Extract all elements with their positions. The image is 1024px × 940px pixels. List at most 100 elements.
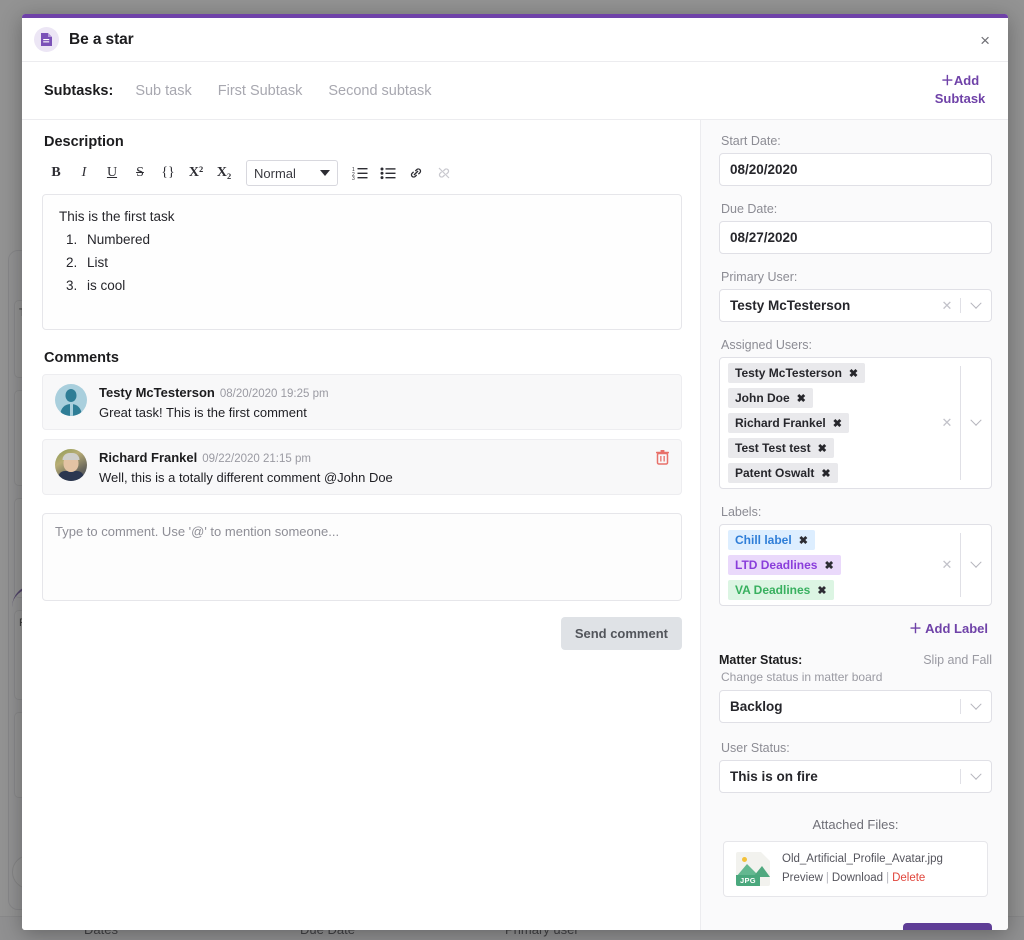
label-tag: LTD Deadlines ✖ bbox=[728, 555, 841, 575]
file-fold bbox=[761, 852, 770, 861]
user-status-label: User Status: bbox=[721, 741, 790, 755]
chevron-down-icon[interactable] bbox=[961, 414, 991, 427]
assigned-users-label: Assigned Users: bbox=[721, 338, 813, 352]
user-tag-label: Testy McTesterson bbox=[735, 366, 842, 380]
comment-content: Richard Frankel 09/22/2020 21:15 pm Well,… bbox=[99, 449, 669, 485]
add-files-button[interactable]: Add Files bbox=[903, 923, 992, 930]
primary-user-label: Primary User: bbox=[721, 270, 798, 284]
subscript-button[interactable]: X₂ bbox=[212, 161, 236, 185]
comment-text: Well, this is a totally different commen… bbox=[99, 470, 393, 485]
due-date-label: Due Date: bbox=[721, 202, 778, 216]
avatar bbox=[55, 449, 87, 481]
matter-status-value: Backlog bbox=[730, 699, 783, 714]
add-subtask-label-line1: Add bbox=[953, 72, 980, 88]
comment-item: Richard Frankel 09/22/2020 21:15 pm Well,… bbox=[42, 439, 682, 495]
avatar-torso bbox=[58, 471, 84, 481]
matter-status-row: Matter Status: Slip and Fall bbox=[719, 653, 992, 667]
label-tag-text: LTD Deadlines bbox=[735, 558, 818, 572]
page-title: Be a star bbox=[69, 30, 134, 48]
chevron-down-icon[interactable] bbox=[961, 698, 991, 711]
description-ordered-list: Numbered List is cool bbox=[59, 232, 665, 293]
assigned-users-select[interactable]: Testy McTesterson ✖ John Doe ✖ Richard Fra… bbox=[719, 357, 992, 489]
jpg-file-icon: JPG bbox=[736, 852, 770, 886]
label-tag-text: VA Deadlines bbox=[735, 583, 811, 597]
subtask-tab-sub-task[interactable]: Sub task bbox=[135, 83, 191, 99]
task-detail-modal: Be a star × Subtasks: Sub task First Sub… bbox=[22, 14, 1008, 930]
assigned-users-tags: Testy McTesterson ✖ John Doe ✖ Richard Fra… bbox=[728, 361, 934, 485]
bold-button[interactable]: B bbox=[44, 161, 68, 185]
add-label-button[interactable]: ＋ Add Label bbox=[719, 618, 988, 637]
remove-icon[interactable]: ✖ bbox=[824, 559, 833, 572]
chevron-down-icon[interactable] bbox=[961, 556, 991, 569]
unlink-icon[interactable] bbox=[432, 161, 456, 185]
delete-link[interactable]: Delete bbox=[892, 872, 925, 884]
remove-icon[interactable]: ✖ bbox=[821, 467, 830, 480]
description-list-item: is cool bbox=[81, 278, 665, 293]
description-editor[interactable]: This is the first task Numbered List is … bbox=[42, 194, 682, 330]
description-list-item: List bbox=[81, 255, 665, 270]
description-list-item: Numbered bbox=[81, 232, 665, 247]
italic-button[interactable]: I bbox=[72, 161, 96, 185]
attached-files-label: Attached Files: bbox=[812, 817, 899, 832]
user-tag-label: John Doe bbox=[735, 391, 790, 405]
send-comment-button[interactable]: Send comment bbox=[560, 617, 682, 650]
link-icon[interactable] bbox=[404, 161, 428, 185]
code-block-button[interactable]: {} bbox=[156, 161, 180, 185]
download-link[interactable]: Download bbox=[832, 872, 883, 884]
modal-body: Description B I U S {} X² X₂ Normal 1 2 … bbox=[22, 120, 1008, 930]
comment-text: Great task! This is the first comment bbox=[99, 405, 307, 420]
primary-user-select[interactable]: Testy McTesterson ✕ bbox=[719, 289, 992, 322]
due-date-value: 08/27/2020 bbox=[730, 230, 798, 245]
send-comment-row: Send comment bbox=[42, 617, 682, 650]
due-date-field[interactable]: 08/27/2020 bbox=[719, 221, 992, 254]
matter-status-hint: Change status in matter board bbox=[721, 670, 883, 684]
clear-icon[interactable]: ✕ bbox=[934, 557, 960, 573]
remove-icon[interactable]: ✖ bbox=[799, 534, 808, 547]
remove-icon[interactable]: ✖ bbox=[817, 584, 826, 597]
remove-icon[interactable]: ✖ bbox=[818, 442, 827, 455]
preview-link[interactable]: Preview bbox=[782, 872, 823, 884]
subtask-tab-second-subtask[interactable]: Second subtask bbox=[328, 83, 431, 99]
remove-icon[interactable]: ✖ bbox=[833, 417, 842, 430]
format-dropdown-value: Normal bbox=[254, 165, 296, 181]
avatar-hair bbox=[62, 453, 80, 460]
comment-input[interactable] bbox=[42, 513, 682, 601]
subtask-tab-first-subtask[interactable]: First Subtask bbox=[218, 83, 303, 99]
labels-select[interactable]: Chill label ✖ LTD Deadlines ✖ VA Deadlines… bbox=[719, 524, 992, 606]
chevron-down-icon[interactable] bbox=[961, 297, 991, 310]
remove-icon[interactable]: ✖ bbox=[797, 392, 806, 405]
close-icon[interactable]: × bbox=[976, 30, 994, 51]
plus-icon: ＋ bbox=[940, 72, 954, 88]
file-type-badge: JPG bbox=[736, 875, 760, 886]
description-toolbar: B I U S {} X² X₂ Normal 1 2 3 bbox=[42, 160, 682, 194]
comment-author: Richard Frankel bbox=[99, 450, 198, 465]
strikethrough-button[interactable]: S bbox=[128, 161, 152, 185]
clear-icon[interactable]: ✕ bbox=[934, 298, 960, 314]
clear-icon[interactable]: ✕ bbox=[934, 415, 960, 431]
chevron-down-icon bbox=[320, 170, 330, 176]
add-subtask-button[interactable]: ＋Add Subtask bbox=[928, 72, 992, 110]
user-status-select[interactable]: This is on fire bbox=[719, 760, 992, 793]
comment-timestamp: 09/22/2020 21:15 pm bbox=[202, 453, 311, 465]
add-files-row: Add Files bbox=[719, 923, 992, 930]
trash-icon[interactable] bbox=[656, 450, 669, 465]
primary-user-value: Testy McTesterson bbox=[730, 298, 851, 313]
chevron-down-icon[interactable] bbox=[961, 768, 991, 781]
description-title: Description bbox=[44, 134, 124, 150]
avatar bbox=[55, 384, 87, 416]
start-date-field[interactable]: 08/20/2020 bbox=[719, 153, 992, 186]
start-date-value: 08/20/2020 bbox=[730, 162, 798, 177]
label-tag: VA Deadlines ✖ bbox=[728, 580, 834, 600]
ordered-list-icon[interactable]: 1 2 3 bbox=[348, 161, 372, 185]
document-icon bbox=[34, 27, 59, 52]
underline-button[interactable]: U bbox=[100, 161, 124, 185]
remove-icon[interactable]: ✖ bbox=[849, 367, 858, 380]
separator: | bbox=[886, 871, 890, 884]
bullet-list-icon[interactable] bbox=[376, 161, 400, 185]
comment-item: Testy McTesterson 08/20/2020 19:25 pm Gre… bbox=[42, 374, 682, 430]
matter-status-select[interactable]: Backlog bbox=[719, 690, 992, 723]
superscript-button[interactable]: X² bbox=[184, 161, 208, 185]
user-tag: Patent Oswalt ✖ bbox=[728, 463, 838, 483]
description-first-line: This is the first task bbox=[59, 209, 175, 224]
format-dropdown[interactable]: Normal bbox=[246, 160, 338, 186]
